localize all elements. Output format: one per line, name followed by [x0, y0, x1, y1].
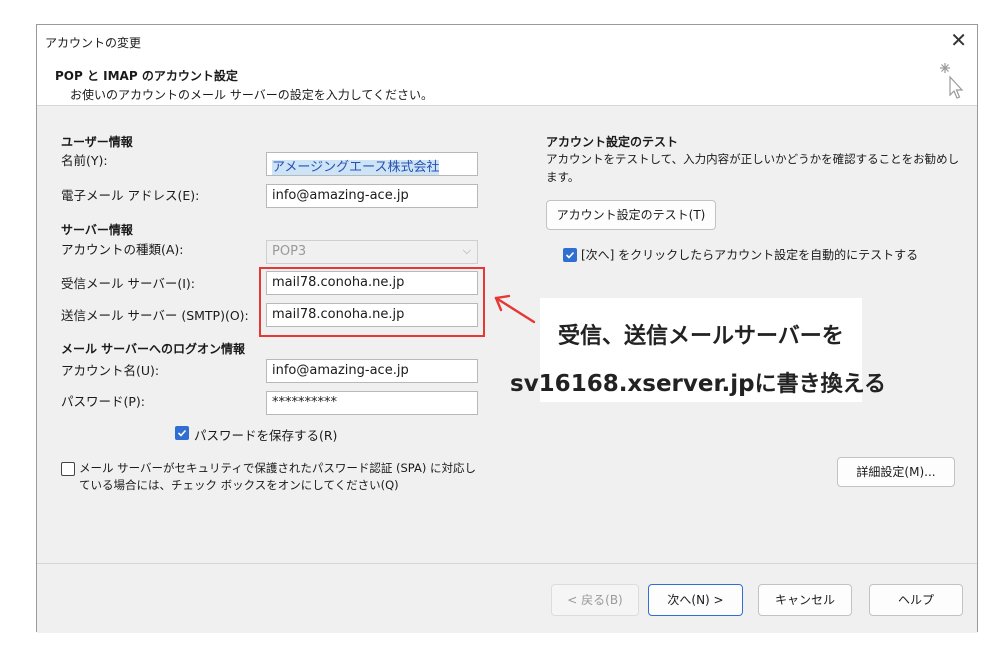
title-bar: アカウントの変更 ✕ [37, 25, 977, 57]
auto-test-checkbox[interactable] [563, 248, 577, 262]
annotation-line2: sv16168.xserver.jpに書き換える [510, 366, 886, 398]
email-field[interactable]: info@amazing-ace.jp [266, 184, 478, 208]
name-label: 名前(Y): [61, 153, 108, 168]
account-name-label: アカウント名(U): [61, 363, 160, 378]
outgoing-server-label: 送信メール サーバー (SMTP)(O): [61, 308, 249, 323]
spa-label-line2: ている場合には、チェック ボックスをオンにしてください(Q) [79, 478, 399, 492]
auto-test-label: [次へ] をクリックしたらアカウント設定を自動的にテストする [581, 248, 919, 262]
account-type-value: POP3 [272, 244, 307, 259]
test-account-button[interactable]: アカウント設定のテスト(T) [546, 200, 716, 230]
password-label: パスワード(P): [61, 394, 146, 409]
annotation-line1: 受信、送信メールサーバーを [558, 324, 844, 349]
test-heading: アカウント設定のテスト [546, 135, 679, 149]
chevron-down-icon: ⌵ [462, 244, 471, 257]
account-name-field[interactable]: info@amazing-ace.jp [266, 359, 478, 383]
email-label: 電子メール アドレス(E): [61, 188, 200, 203]
user-info-heading: ユーザー情報 [61, 135, 133, 149]
test-desc-line2: ます。 [546, 170, 580, 184]
advanced-settings-button[interactable]: 詳細設定(M)... [837, 457, 955, 487]
account-type-label: アカウントの種類(A): [61, 242, 184, 257]
spa-label-line1: メール サーバーがセキュリティで保護されたパスワード認証 (SPA) に対応し [79, 461, 476, 475]
spa-checkbox[interactable] [61, 462, 75, 476]
save-password-label: パスワードを保存する(R) [194, 428, 338, 443]
test-desc-line1: アカウントをテストして、入力内容が正しいかどうかを確認することをお勧めし [546, 152, 960, 166]
annotation-rest: に書き換える [754, 372, 886, 397]
save-password-checkbox[interactable] [175, 426, 189, 440]
back-button[interactable]: < 戻る(B) [551, 584, 639, 616]
cancel-button[interactable]: キャンセル [758, 584, 852, 616]
header-title: POP と IMAP のアカウント設定 [55, 69, 238, 83]
annotation-host: sv16168.xserver.jp [510, 371, 755, 397]
highlight-box [259, 267, 485, 337]
close-icon[interactable]: ✕ [950, 29, 967, 51]
checkmark-icon [177, 429, 187, 437]
next-button[interactable]: 次へ(N) > [648, 584, 743, 616]
name-value: アメージングエース株式会社 [272, 160, 440, 175]
dialog-footer: < 戻る(B) 次へ(N) > キャンセル ヘルプ [37, 564, 977, 633]
password-field[interactable]: ********** [266, 391, 478, 415]
name-field[interactable]: アメージングエース株式会社 [266, 152, 478, 176]
wizard-wand-icon [940, 63, 964, 99]
server-info-heading: サーバー情報 [61, 223, 133, 237]
checkmark-icon [565, 251, 575, 259]
arrow-icon [494, 294, 536, 324]
header-subtitle: お使いのアカウントのメール サーバーの設定を入力してください。 [70, 88, 433, 102]
window-title: アカウントの変更 [45, 36, 142, 50]
dialog-header: POP と IMAP のアカウント設定 お使いのアカウントのメール サーバーの設… [37, 57, 977, 106]
help-button[interactable]: ヘルプ [869, 584, 963, 616]
account-type-select: POP3 ⌵ [266, 240, 478, 264]
logon-info-heading: メール サーバーへのログオン情報 [61, 342, 246, 356]
incoming-server-label: 受信メール サーバー(I): [61, 276, 196, 291]
